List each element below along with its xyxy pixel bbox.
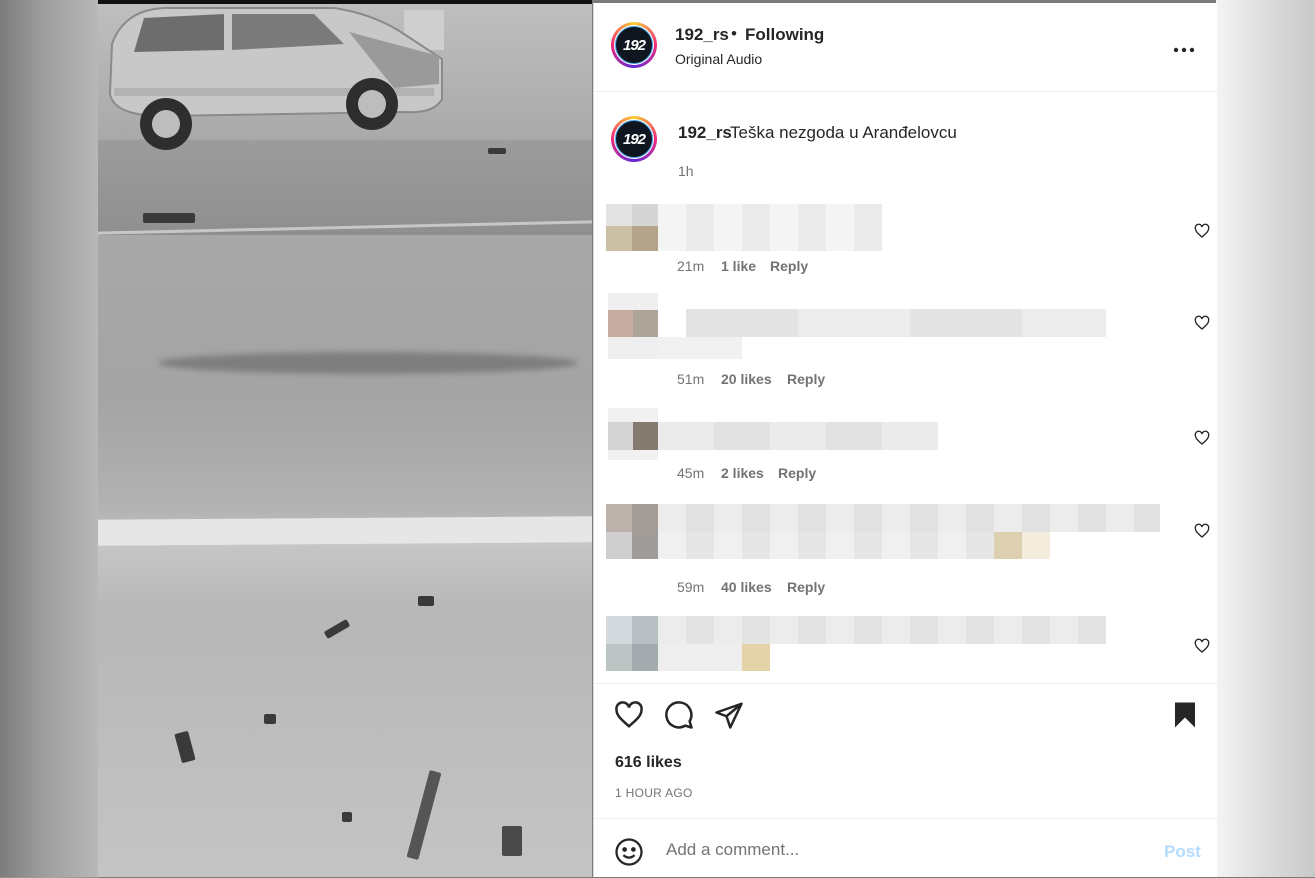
- comment-icon[interactable]: [664, 700, 694, 730]
- comment-input[interactable]: [664, 837, 1138, 863]
- comment-item: 21m 1 like Reply: [606, 204, 1210, 274]
- pixelated-comment-text: [658, 532, 994, 559]
- pixelated-comment-text: [658, 616, 1106, 644]
- heart-icon[interactable]: [614, 700, 644, 730]
- comment-time: 59m: [677, 579, 705, 595]
- pixelated-avatar: [606, 504, 658, 559]
- video-lane-marking: [98, 516, 592, 546]
- reply-button[interactable]: Reply: [778, 465, 816, 481]
- username-link[interactable]: 192_rs: [675, 25, 729, 45]
- post-video[interactable]: [98, 0, 592, 877]
- comment-time: 45m: [677, 465, 705, 481]
- emoji-icon[interactable]: [614, 837, 644, 867]
- video-road-stain: [158, 352, 578, 374]
- comment-bar: Post: [594, 818, 1217, 878]
- pixelated-comment-text: [686, 309, 1106, 337]
- caption-avatar[interactable]: 192: [611, 116, 657, 162]
- damaged-car-image: [108, 7, 444, 150]
- pixelated-comment-text: [658, 644, 742, 671]
- comment-time: 51m: [677, 371, 705, 387]
- comment-item: 45m 2 likes Reply: [606, 408, 1210, 483]
- heart-icon[interactable]: [1194, 430, 1210, 446]
- separator-dot: •: [731, 24, 737, 43]
- backdrop-left: [0, 0, 98, 877]
- heart-icon[interactable]: [1194, 223, 1210, 239]
- more-horizontal-icon: [1173, 47, 1195, 53]
- pixelated-emoji: [994, 532, 1022, 559]
- comment-likes[interactable]: 20 likes: [721, 371, 772, 387]
- comment-item: 51m 20 likes Reply: [606, 293, 1210, 388]
- pixelated-comment-text: [658, 204, 882, 251]
- avatar-logo: 192: [615, 120, 653, 158]
- caption-text: Teška nezgoda u Aranđelovcu: [730, 123, 957, 142]
- pixelated-comment-text: [658, 504, 1160, 532]
- comment-item: 59m 40 likes Reply: [606, 504, 1210, 599]
- send-icon[interactable]: [714, 700, 744, 730]
- comment-likes[interactable]: 1 like: [721, 258, 756, 274]
- reply-button[interactable]: Reply: [787, 579, 825, 595]
- reply-button[interactable]: Reply: [787, 371, 825, 387]
- post-header: 192 192_rs • Following Original Audio: [594, 3, 1217, 92]
- reply-button[interactable]: Reply: [770, 258, 808, 274]
- bookmark-icon[interactable]: [1170, 700, 1200, 730]
- comment-time: 21m: [677, 258, 705, 274]
- pixelated-avatar: [608, 408, 658, 460]
- post-actions: 616 likes 1 HOUR AGO: [594, 683, 1217, 819]
- likes-count[interactable]: 616 likes: [615, 754, 682, 772]
- caption-time: 1h: [678, 163, 694, 179]
- more-options-button[interactable]: [1173, 33, 1195, 59]
- following-button[interactable]: Following: [745, 25, 824, 45]
- avatar[interactable]: 192: [611, 22, 657, 68]
- avatar-logo: 192: [615, 26, 653, 64]
- heart-icon[interactable]: [1194, 638, 1210, 654]
- backdrop-right: [1216, 0, 1315, 877]
- audio-link[interactable]: Original Audio: [675, 51, 762, 67]
- caption-username[interactable]: 192_rs: [678, 123, 732, 143]
- comment-item: [606, 616, 1210, 674]
- pixelated-emoji: [742, 644, 770, 671]
- comment-likes[interactable]: 2 likes: [721, 465, 764, 481]
- post-comment-button[interactable]: Post: [1164, 842, 1201, 862]
- pixelated-avatar: [608, 293, 658, 359]
- comment-likes[interactable]: 40 likes: [721, 579, 772, 595]
- pixelated-comment-text: [658, 337, 742, 359]
- pixelated-comment-text: [658, 422, 938, 450]
- pixelated-emoji: [1022, 532, 1050, 559]
- heart-icon[interactable]: [1194, 523, 1210, 539]
- pixelated-avatar: [606, 204, 658, 251]
- heart-icon[interactable]: [1194, 315, 1210, 331]
- pixelated-avatar: [606, 616, 658, 671]
- post-timestamp: 1 HOUR AGO: [615, 786, 693, 800]
- post-details-panel: 192 192_rs • Following Original Audio 19…: [593, 3, 1217, 877]
